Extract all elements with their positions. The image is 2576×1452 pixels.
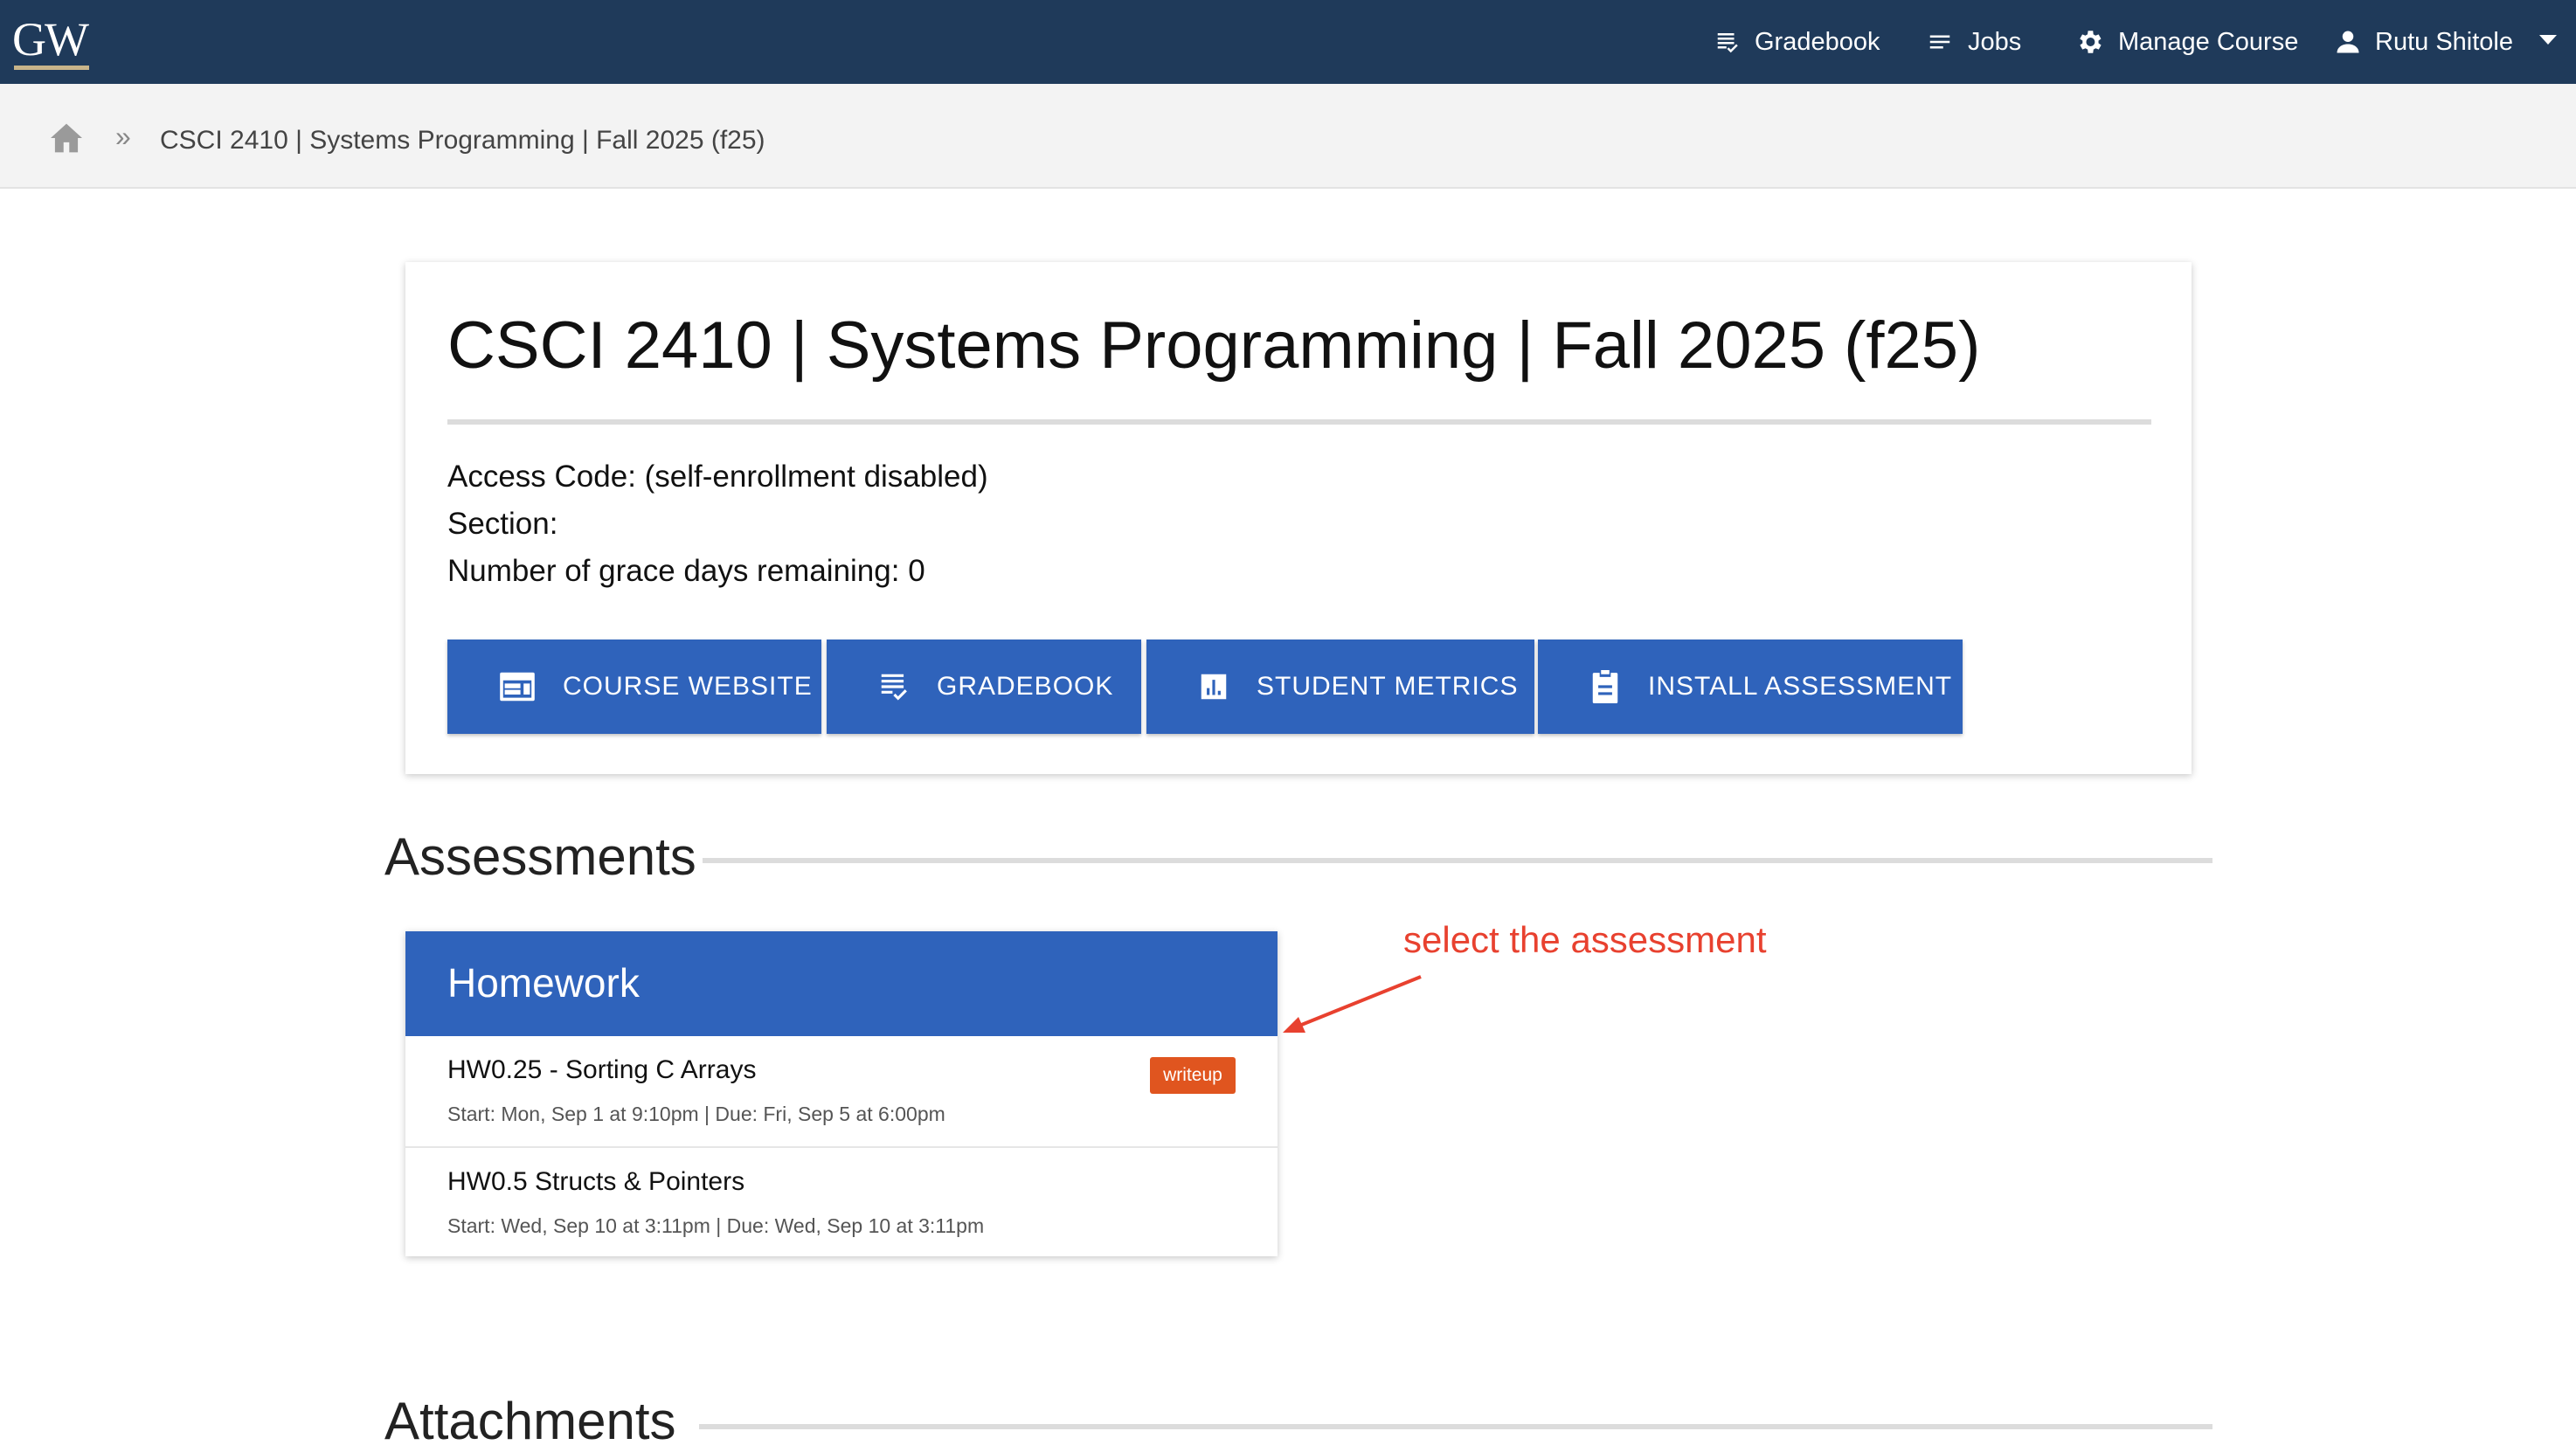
attachments-divider	[699, 1424, 2212, 1429]
gradebook-label: GRADEBOOK	[937, 672, 1114, 701]
annotation-text: select the assessment	[1403, 919, 1767, 960]
nav-manage-course-label: Manage Course	[2118, 27, 2299, 56]
assessment-name[interactable]: HW0.5 Structs & Pointers	[447, 1167, 744, 1197]
course-website-label: COURSE WEBSITE	[563, 672, 813, 701]
attachments-heading: Attachments	[384, 1392, 676, 1450]
gradebook-button[interactable]: GRADEBOOK	[827, 640, 1141, 734]
student-metrics-button[interactable]: STUDENT METRICS	[1146, 640, 1534, 734]
nav-user-label: Rutu Shitole	[2375, 27, 2513, 56]
nav-gradebook[interactable]: Gradebook	[1714, 0, 1880, 84]
assessments-heading: Assessments	[384, 827, 696, 886]
student-metrics-label: STUDENT METRICS	[1257, 672, 1519, 701]
assessment-dates: Start: Mon, Sep 1 at 9:10pm | Due: Fri, …	[447, 1103, 945, 1125]
nav-jobs-label: Jobs	[1968, 27, 2022, 56]
annotation-arrow-icon	[1283, 975, 1422, 1033]
gw-logo-text: GW	[12, 13, 89, 66]
assessment-row[interactable]: HW0.5 Structs & Pointers Start: Wed, Sep…	[405, 1146, 1278, 1258]
gradebook-icon	[1717, 33, 1738, 53]
grace-days: Number of grace days remaining: 0	[447, 554, 925, 588]
course-card: CSCI 2410 | Systems Programming | Fall 2…	[405, 262, 2192, 774]
gradebook-icon	[881, 674, 907, 701]
nav-jobs[interactable]: Jobs	[1926, 0, 2021, 84]
clipboard-icon	[1592, 670, 1618, 703]
nav-manage-course[interactable]: Manage Course	[2074, 0, 2298, 84]
assessment-row[interactable]: HW0.25 - Sorting C Arrays writeup Start:…	[405, 1036, 1278, 1146]
homework-category-header[interactable]: Homework	[405, 931, 1278, 1036]
chart-icon	[1201, 674, 1227, 700]
assessments-divider	[703, 858, 2212, 863]
breadcrumb-separator: »	[115, 121, 131, 152]
nav-user-menu[interactable]: Rutu Shitole	[2335, 0, 2513, 84]
course-title: CSCI 2410 | Systems Programming | Fall 2…	[447, 308, 1981, 383]
breadcrumb-current[interactable]: CSCI 2410 | Systems Programming | Fall 2…	[160, 126, 765, 156]
title-divider	[447, 419, 2151, 425]
writeup-badge[interactable]: writeup	[1150, 1057, 1236, 1094]
breadcrumb: » CSCI 2410 | Systems Programming | Fall…	[0, 84, 2576, 189]
install-assessment-label: INSTALL ASSESSMENT	[1648, 672, 1953, 701]
user-icon	[2337, 31, 2359, 53]
assessment-dates: Start: Wed, Sep 10 at 3:11pm | Due: Wed,…	[447, 1214, 985, 1237]
install-assessment-button[interactable]: INSTALL ASSESSMENT	[1538, 640, 1963, 734]
jobs-icon	[1929, 35, 1950, 49]
nav-gradebook-label: Gradebook	[1755, 27, 1880, 56]
user-menu-caret-icon[interactable]	[2539, 35, 2557, 45]
course-website-button[interactable]: COURSE WEBSITE	[447, 640, 821, 734]
top-navbar: GW Gradebook Jobs Manage Course Rutu Shi…	[0, 0, 2576, 84]
homework-category-title: Homework	[447, 960, 640, 1006]
assessment-name[interactable]: HW0.25 - Sorting C Arrays	[447, 1055, 756, 1085]
section-info: Section:	[447, 507, 558, 541]
gw-logo[interactable]: GW	[12, 14, 91, 70]
web-icon	[500, 672, 535, 702]
homework-card: Homework HW0.25 - Sorting C Arrays write…	[405, 931, 1278, 1256]
home-icon[interactable]	[49, 122, 84, 154]
access-code: Access Code: (self-enrollment disabled)	[447, 460, 988, 494]
logo-underline	[14, 66, 89, 70]
gear-icon	[2080, 31, 2102, 53]
